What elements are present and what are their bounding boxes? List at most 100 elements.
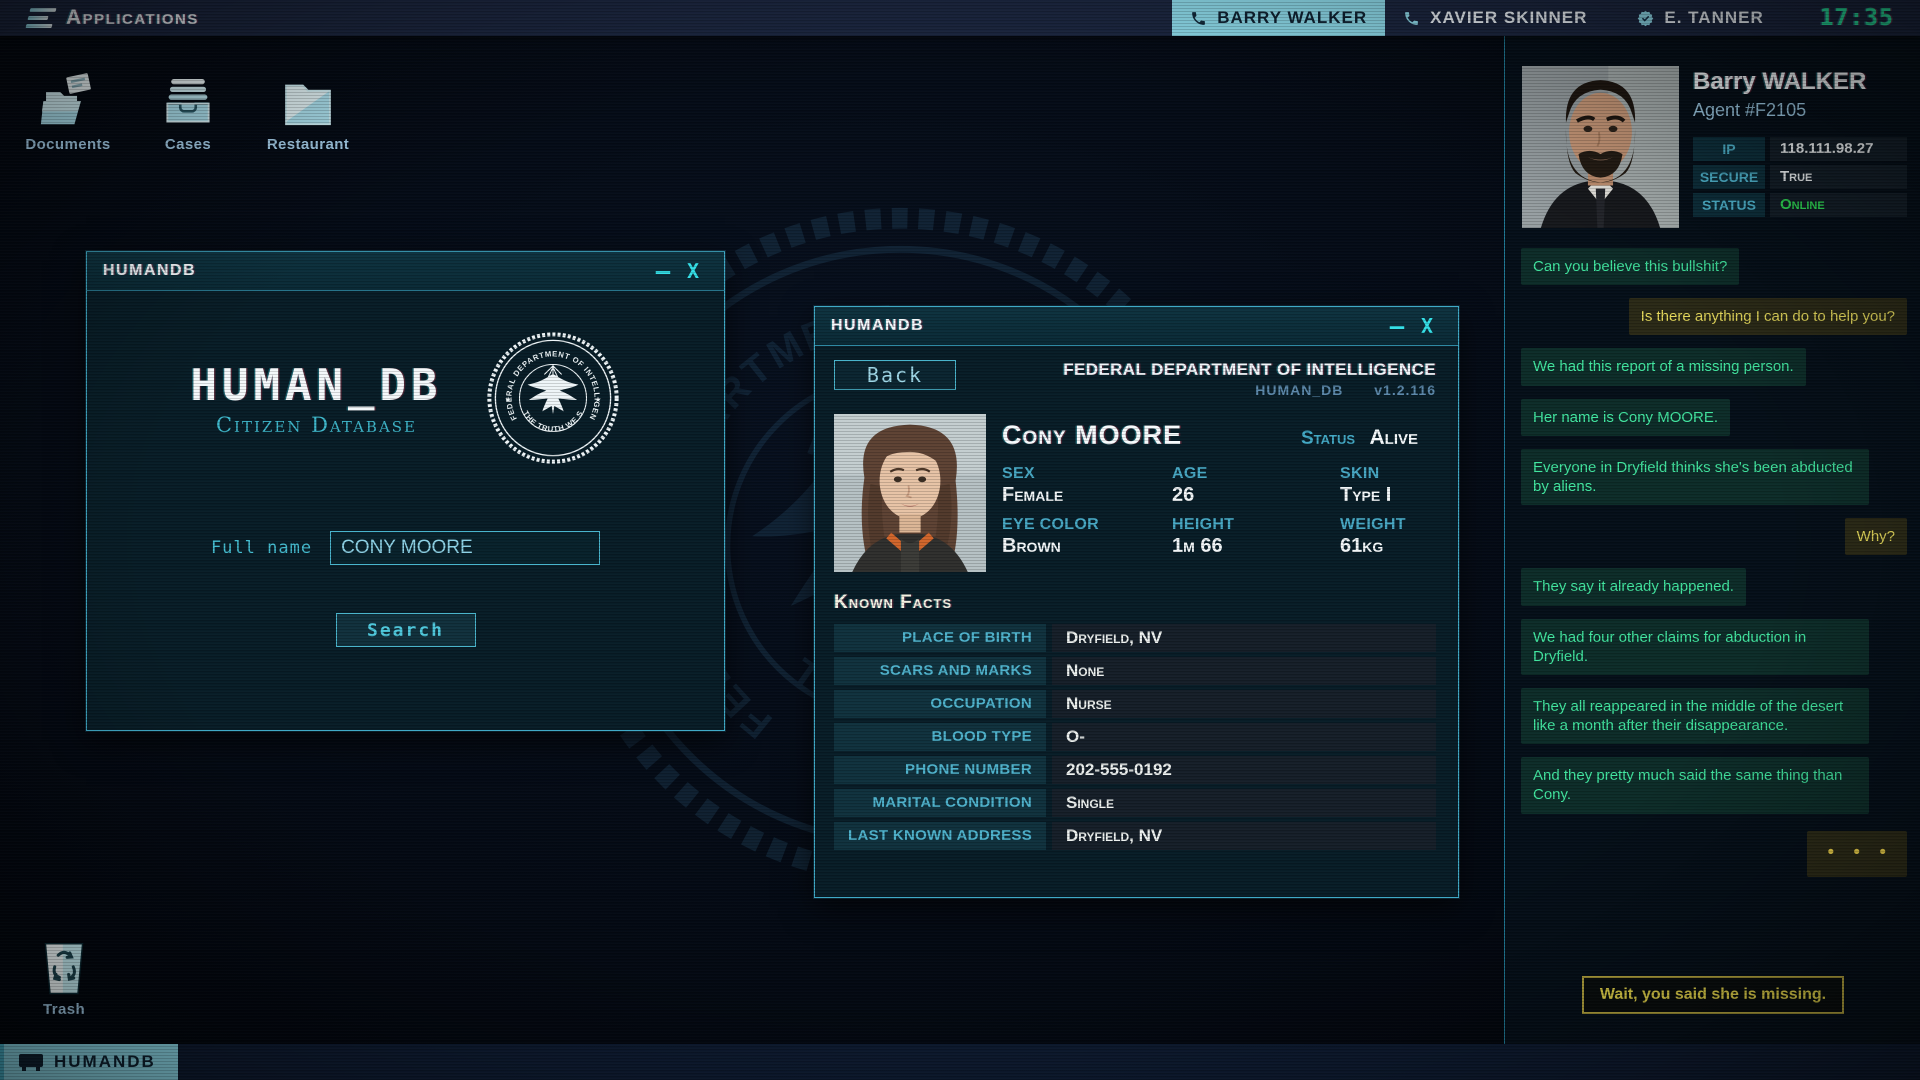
window-title: HUMANDB <box>831 317 1382 335</box>
attr-value: Female <box>1002 484 1172 507</box>
chat-message: They say it already happened. <box>1521 568 1746 605</box>
fact-value: None <box>1052 657 1436 685</box>
full-name-label: Full name <box>211 538 312 558</box>
phone-icon <box>1190 10 1207 27</box>
profile-info-table: IP 118.111.98.27 SECURE True STATUS Onli… <box>1693 137 1907 217</box>
minimize-button[interactable]: – <box>1382 316 1412 336</box>
app-window-icon <box>18 1052 44 1072</box>
table-row: OCCUPATION Nurse <box>834 690 1436 718</box>
app-name: HUMAN_DB <box>191 360 443 411</box>
app-subtitle: Citizen Database <box>191 413 443 437</box>
desktop-icon-cases[interactable]: Cases <box>142 70 234 153</box>
game-screen: Applications BARRY WALKER XAVIER SKINNER… <box>0 0 1920 1080</box>
info-label: IP <box>1693 137 1765 161</box>
contact-tab-e-tanner[interactable]: E. TANNER <box>1619 0 1781 36</box>
profile-name: Barry WALKER <box>1693 68 1907 96</box>
app-id: HUMAN_DB <box>1255 382 1343 398</box>
desktop-icon-label: Cases <box>165 136 211 153</box>
info-value: True <box>1770 165 1907 189</box>
fact-label: MARITAL CONDITION <box>834 789 1046 817</box>
contact-tab-barry-walker[interactable]: BARRY WALKER <box>1172 0 1385 36</box>
close-button[interactable]: X <box>678 259 708 283</box>
attr-value: Brown <box>1002 535 1172 558</box>
person-name: Cony MOORE <box>1002 420 1182 451</box>
table-row: SCARS AND MARKS None <box>834 657 1436 685</box>
fact-label: PHONE NUMBER <box>834 756 1046 784</box>
table-row: SECURE True <box>1693 165 1907 189</box>
desktop-icon-restaurant[interactable]: Restaurant <box>262 70 354 153</box>
contact-profile: Barry WALKER Agent #F2105 IP 118.111.98.… <box>1505 36 1920 228</box>
contact-tab-xavier-skinner[interactable]: XAVIER SKINNER <box>1385 0 1605 36</box>
badge-check-icon <box>1637 10 1654 27</box>
contact-name: E. TANNER <box>1664 8 1763 28</box>
status-label: Status <box>1301 428 1355 449</box>
info-value-online: Online <box>1770 193 1907 217</box>
clock: 17:35 <box>1782 0 1920 36</box>
hamburger-icon <box>26 8 57 28</box>
barry-walker-photo <box>1522 66 1679 228</box>
table-row: PLACE OF BIRTH Dryfield, NV <box>834 624 1436 652</box>
folder-icon <box>277 70 339 132</box>
desktop-icon-documents[interactable]: Documents <box>22 70 114 153</box>
chat-message: We had four other claims for abduction i… <box>1521 619 1869 675</box>
inbox-tray-icon <box>157 70 219 132</box>
taskbar: HUMANDB <box>0 1044 1920 1080</box>
dialogue-reply-button[interactable]: Wait, you said she is missing. <box>1582 976 1844 1014</box>
fact-label: OCCUPATION <box>834 690 1046 718</box>
table-row: IP 118.111.98.27 <box>1693 137 1907 161</box>
desktop-icon-label: Documents <box>25 136 110 153</box>
typing-indicator: • • • <box>1807 831 1907 877</box>
trash-icon[interactable]: Trash <box>26 939 102 1018</box>
attr-value: 26 <box>1172 484 1340 507</box>
fact-value: Nurse <box>1052 690 1436 718</box>
info-label: SECURE <box>1693 165 1765 189</box>
fact-value: 202-555-0192 <box>1052 756 1436 784</box>
applications-menu-button[interactable]: Applications <box>0 0 213 36</box>
chat-message: Can you believe this bullshit? <box>1521 248 1739 285</box>
attr-label: SEX <box>1002 465 1172 483</box>
profile-agent-id: Agent #F2105 <box>1693 100 1907 121</box>
full-name-input[interactable] <box>330 531 600 565</box>
fact-value: O- <box>1052 723 1436 751</box>
info-value: 118.111.98.27 <box>1770 137 1907 161</box>
table-row: LAST KNOWN ADDRESS Dryfield, NV <box>834 822 1436 850</box>
minimize-button[interactable]: – <box>648 261 678 281</box>
fact-label: SCARS AND MARKS <box>834 657 1046 685</box>
chat-message: Her name is Cony MOORE. <box>1521 399 1730 436</box>
attr-label: SKIN <box>1340 465 1436 483</box>
attr-label: WEIGHT <box>1340 516 1436 534</box>
task-label: HUMANDB <box>54 1052 156 1072</box>
attr-label: HEIGHT <box>1172 516 1340 534</box>
fact-label: BLOOD TYPE <box>834 723 1046 751</box>
known-facts-table: PLACE OF BIRTH Dryfield, NV SCARS AND MA… <box>834 624 1436 850</box>
open-folder-document-icon <box>37 70 99 132</box>
app-version: v1.2.116 <box>1374 382 1436 398</box>
info-label: STATUS <box>1693 193 1765 217</box>
fact-label: LAST KNOWN ADDRESS <box>834 822 1046 850</box>
humandb-result-window: HUMANDB – X Back FEDERAL DEPARTMENT OF I… <box>814 306 1459 898</box>
chat-thread: Can you believe this bullshit? Is there … <box>1505 248 1920 958</box>
window-title-bar[interactable]: HUMANDB – X <box>87 252 724 291</box>
desktop-icon-label: Restaurant <box>267 136 349 153</box>
table-row: STATUS Online <box>1693 193 1907 217</box>
phone-icon <box>1403 10 1420 27</box>
table-row: PHONE NUMBER 202-555-0192 <box>834 756 1436 784</box>
close-button[interactable]: X <box>1412 314 1442 338</box>
taskbar-task-humandb[interactable]: HUMANDB <box>4 1044 178 1080</box>
chat-message: Everyone in Dryfield thinks she's been a… <box>1521 449 1869 505</box>
chat-message: They all reappeared in the middle of the… <box>1521 688 1869 744</box>
search-button[interactable]: Search <box>336 613 476 647</box>
applications-menu-label: Applications <box>66 6 199 30</box>
desktop-icon-grid: Documents Cases Resta <box>22 70 354 153</box>
attr-value: 61kg <box>1340 535 1436 558</box>
top-bar-spacer <box>213 0 1172 36</box>
attr-value: 1m 66 <box>1172 535 1340 558</box>
window-title-bar[interactable]: HUMANDB – X <box>815 307 1458 346</box>
fact-value: Dryfield, NV <box>1052 822 1436 850</box>
status-value: Alive <box>1369 426 1418 449</box>
desktop: Documents Cases Resta <box>0 36 1504 1044</box>
back-button[interactable]: Back <box>834 360 956 390</box>
fact-label: PLACE OF BIRTH <box>834 624 1046 652</box>
known-facts-title: Known Facts <box>834 592 1436 614</box>
chat-message: We had this report of a missing person. <box>1521 348 1806 385</box>
